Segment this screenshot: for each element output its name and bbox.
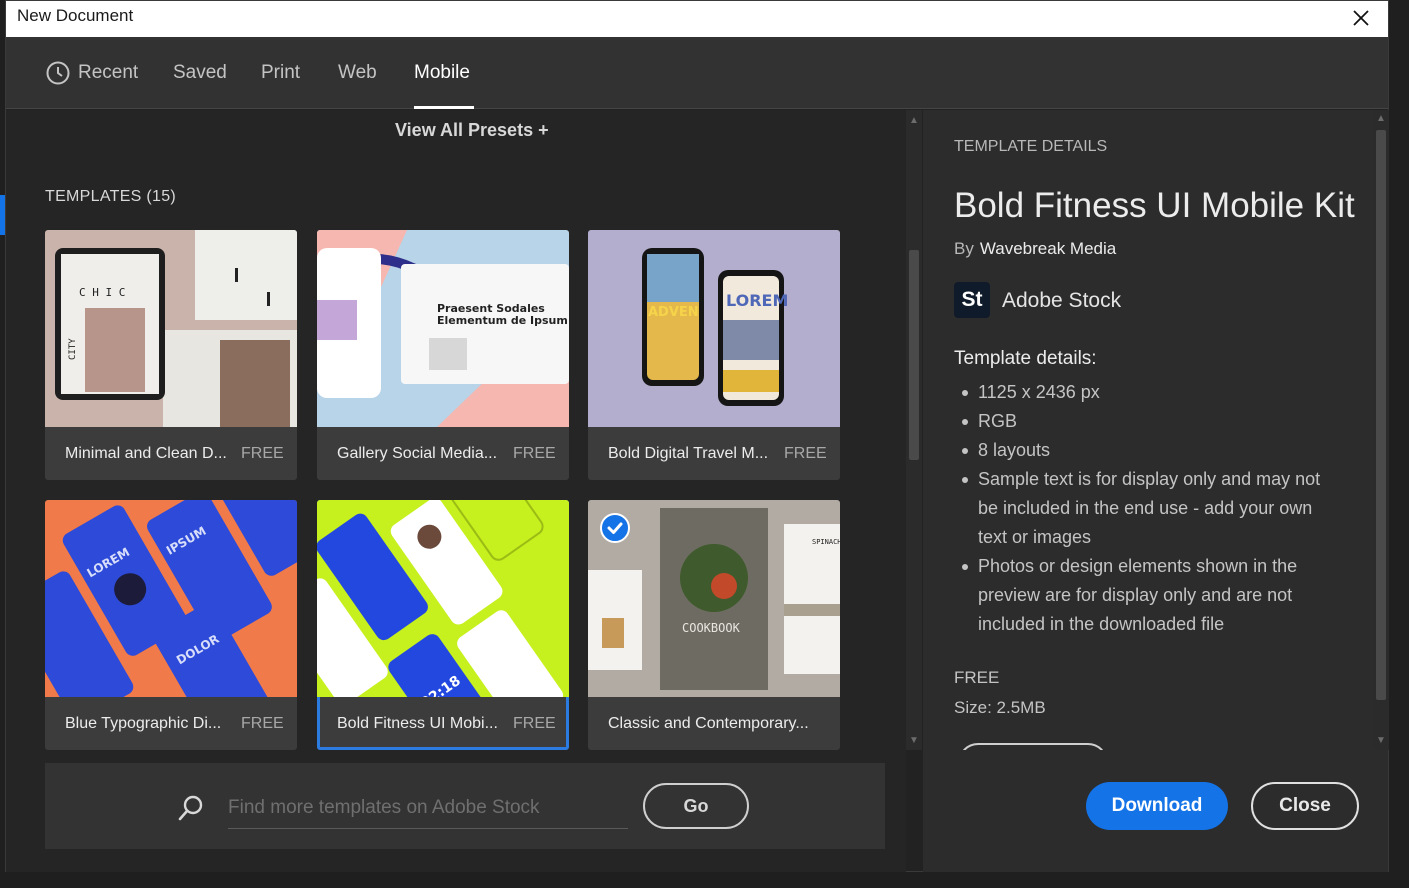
go-button[interactable]: Go: [643, 783, 749, 829]
template-price: FREE: [513, 715, 556, 732]
adobe-stock-icon: St: [954, 282, 990, 318]
details-item: Photos or design elements shown in the p…: [954, 552, 1334, 639]
template-price: FREE: [513, 445, 556, 462]
template-card[interactable]: COOKBOOK SPINACH Classic and Contemporar…: [588, 500, 840, 750]
details-list: 1125 x 2436 px RGB 8 layouts Sample text…: [954, 378, 1334, 639]
active-tab-indicator: [414, 106, 474, 109]
template-details-panel: TEMPLATE DETAILS Bold Fitness UI Mobile …: [923, 110, 1388, 872]
thumb-text-adven: ADVEN: [648, 305, 699, 320]
template-thumbnail: ADVEN LOREM: [588, 230, 840, 427]
thumb-text-spinach: SPINACH: [812, 538, 840, 546]
title-bar: New Document: [6, 1, 1388, 37]
by-label: By: [954, 239, 974, 258]
template-thumbnail: C H I C CITY: [45, 230, 297, 427]
details-item: 8 layouts: [954, 436, 1334, 465]
stock-source-name: Adobe Stock: [1002, 289, 1122, 312]
template-name: Blue Typographic Di...: [65, 715, 222, 732]
templates-scrollbar[interactable]: ▲ ▼: [906, 110, 922, 750]
scroll-up-icon[interactable]: ▲: [1376, 114, 1386, 124]
details-item: Sample text is for display only and may …: [954, 465, 1334, 552]
template-size: Size: 2.5MB: [954, 698, 1046, 718]
tab-recent[interactable]: Recent: [78, 62, 138, 84]
author-name: Wavebreak Media: [979, 239, 1117, 258]
template-card[interactable]: LOREM IPSUM DOLOR Blue Typographic Di...…: [45, 500, 297, 750]
thumb-text-chic: C H I C: [79, 286, 125, 299]
template-thumbnail: 02:18: [317, 500, 569, 697]
template-thumbnail: COOKBOOK SPINACH: [588, 500, 840, 697]
templates-panel: View All Presets + TEMPLATES (15) C H I …: [6, 110, 906, 872]
tab-saved[interactable]: Saved: [173, 62, 227, 84]
search-icon: [178, 795, 203, 821]
template-title: Bold Fitness UI Mobile Kit: [954, 186, 1355, 225]
view-all-presets-link[interactable]: View All Presets +: [395, 120, 549, 141]
clock-icon: [46, 61, 70, 85]
template-price: FREE: [241, 715, 284, 732]
template-name: Classic and Contemporary...: [608, 715, 809, 732]
tab-web[interactable]: Web: [338, 62, 377, 84]
template-byline: By Wavebreak Media: [954, 239, 1116, 259]
template-name: Gallery Social Media...: [337, 445, 498, 462]
template-thumbnail: LOREM IPSUM DOLOR: [45, 500, 297, 697]
thumb-text-cookbook: COOKBOOK: [682, 621, 741, 635]
close-button[interactable]: Close: [1251, 782, 1359, 830]
template-name: Bold Fitness UI Mobi...: [337, 715, 498, 732]
size-value: 2.5MB: [996, 698, 1046, 717]
window-close-button[interactable]: [1348, 5, 1374, 31]
details-item: 1125 x 2436 px: [954, 378, 1334, 407]
template-price-label: FREE: [954, 668, 1000, 687]
template-name: Bold Digital Travel M...: [608, 445, 769, 462]
thumb-text-city: CITY: [68, 338, 78, 360]
preset-tab-bar: Recent Saved Print Web Mobile: [6, 37, 1388, 109]
template-card[interactable]: C H I C CITY Minimal and Clean D... FREE: [45, 230, 297, 480]
details-item: RGB: [954, 407, 1334, 436]
details-scrollbar[interactable]: ▲ ▼: [1373, 110, 1389, 750]
thumb-text-elementum: Elementum de Ipsum: [437, 314, 568, 327]
template-card[interactable]: Praesent Sodales Elementum de Ipsum Gall…: [317, 230, 569, 480]
close-icon: [1353, 10, 1369, 26]
template-price: FREE: [784, 445, 827, 462]
background-window-edge: [0, 195, 5, 235]
template-card[interactable]: ADVEN LOREM Bold Digital Travel M... FRE…: [588, 230, 840, 480]
scrollbar-thumb[interactable]: [909, 250, 919, 460]
template-card-selected[interactable]: 02:18 Bold Fitness UI Mobi... FREE: [317, 500, 569, 750]
template-name: Minimal and Clean D...: [65, 445, 227, 462]
thumb-text-lorem: LOREM: [726, 291, 788, 310]
template-thumbnail: Praesent Sodales Elementum de Ipsum: [317, 230, 569, 427]
details-heading: Template details:: [954, 348, 1097, 369]
size-label: Size:: [954, 698, 992, 717]
stock-search-bar: Go: [45, 763, 885, 849]
stock-search-input[interactable]: [228, 787, 628, 829]
tab-mobile[interactable]: Mobile: [414, 62, 470, 84]
templates-heading-label: TEMPLATES: [45, 188, 142, 205]
download-button[interactable]: Download: [1086, 782, 1228, 830]
checkmark-icon: [600, 513, 630, 543]
template-price: FREE: [241, 445, 284, 462]
scroll-down-icon[interactable]: ▼: [1376, 736, 1386, 746]
new-document-dialog: New Document Recent Saved Print Web Mobi…: [5, 0, 1389, 872]
tab-print[interactable]: Print: [261, 62, 300, 84]
scroll-down-icon[interactable]: ▼: [909, 736, 919, 746]
scroll-up-icon[interactable]: ▲: [909, 116, 919, 126]
scrollbar-thumb[interactable]: [1376, 130, 1386, 700]
templates-count: (15): [146, 188, 177, 205]
templates-heading: TEMPLATES (15): [45, 188, 176, 206]
details-section-label: TEMPLATE DETAILS: [954, 138, 1108, 155]
window-title: New Document: [17, 6, 134, 25]
